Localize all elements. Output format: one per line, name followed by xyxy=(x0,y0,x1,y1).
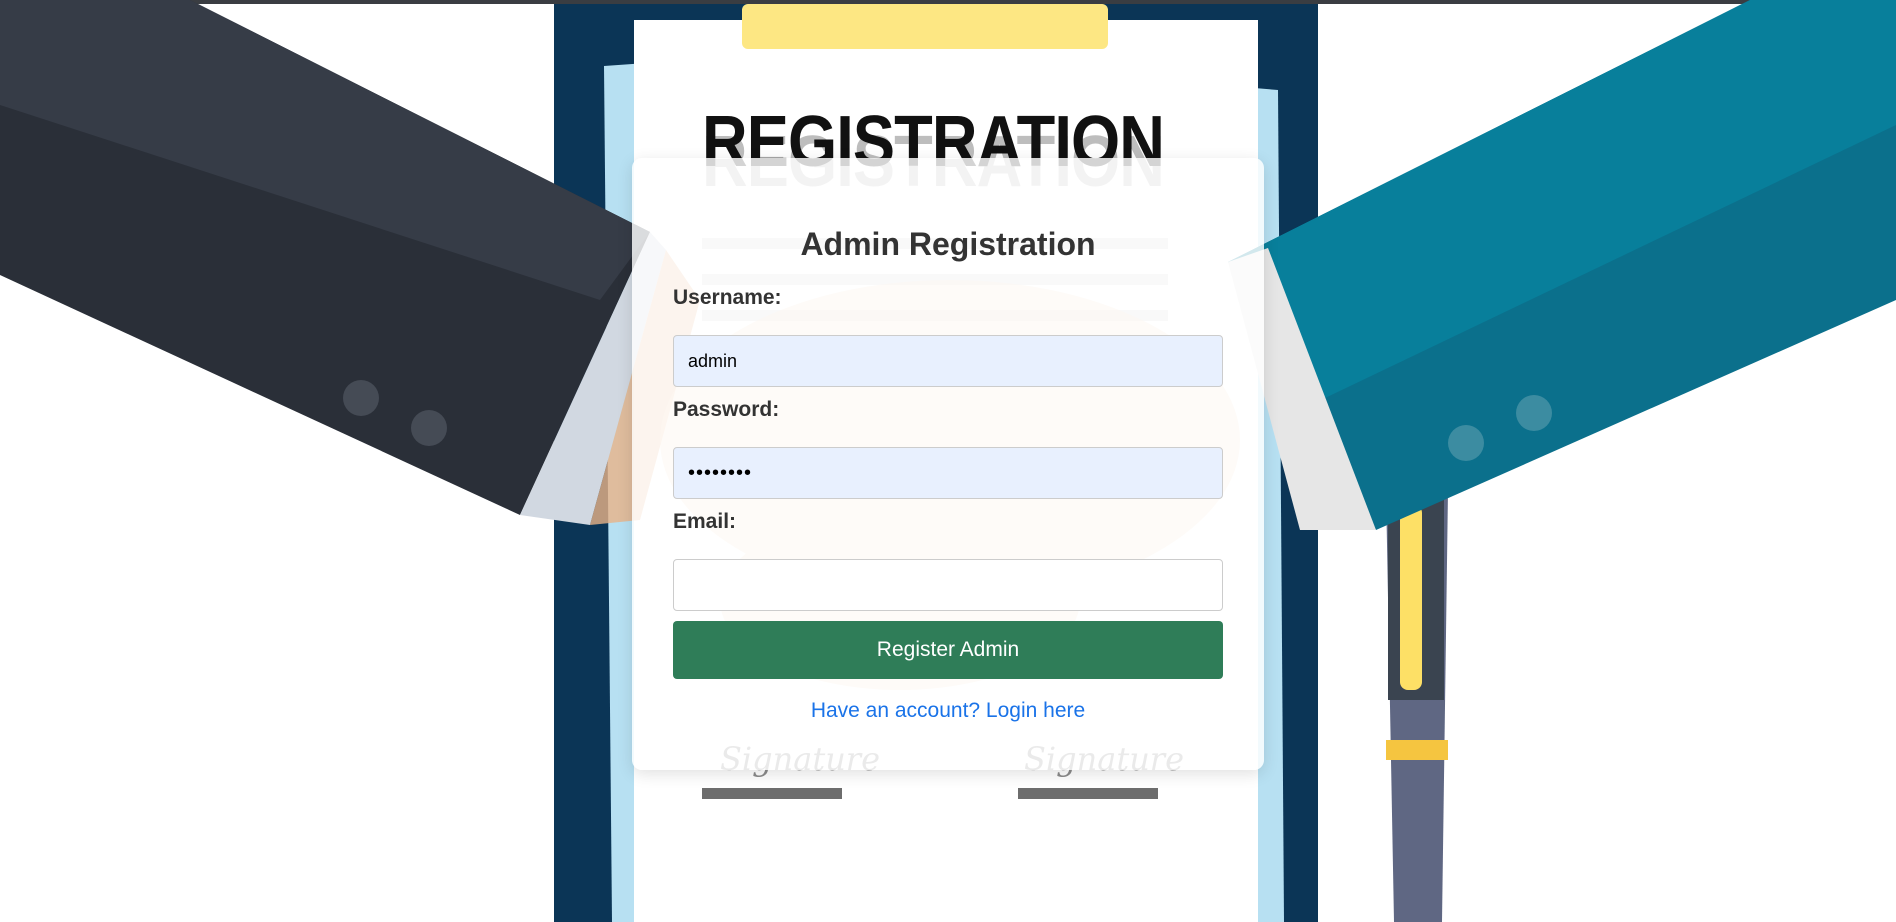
signature-line-left xyxy=(702,788,842,799)
form-title: Admin Registration xyxy=(800,226,1096,262)
register-admin-button[interactable]: Register Admin xyxy=(673,621,1223,679)
admin-registration-card: Admin Registration Username: Password: E… xyxy=(632,158,1264,770)
password-label: Password: xyxy=(673,398,780,421)
signature-line-right xyxy=(1018,788,1158,799)
right-arm-graphic xyxy=(1228,0,1896,530)
username-input[interactable] xyxy=(673,335,1223,387)
pen-graphic xyxy=(1386,490,1448,922)
email-label: Email: xyxy=(673,510,737,533)
login-link[interactable]: Have an account? Login here xyxy=(673,699,1223,723)
email-input[interactable] xyxy=(673,559,1223,611)
clipboard-clip xyxy=(742,4,1108,49)
username-label: Username: xyxy=(673,286,782,309)
password-input[interactable] xyxy=(673,447,1223,499)
